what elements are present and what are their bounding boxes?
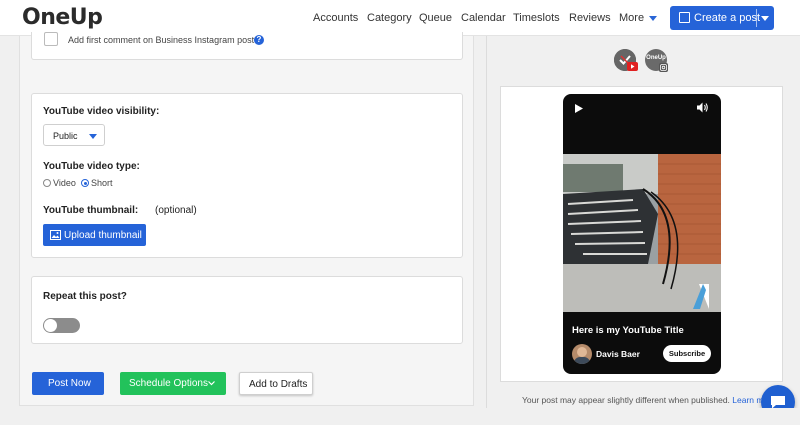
youtube-options-card: YouTube video visibility: Public YouTube… [31,93,463,258]
preview-disclaimer: Your post may appear slightly different … [522,395,776,405]
video-type-label: YouTube video type: [43,161,140,172]
visibility-select[interactable]: Public [43,124,105,146]
video-title: Here is my YouTube Title [572,325,684,336]
video-thumbnail-image [563,154,721,312]
nav-category[interactable]: Category [367,12,412,24]
post-options-panel: Add first comment on Business Instagram … [19,32,474,406]
subscribe-button[interactable]: Subscribe [663,345,711,362]
thumbnail-label: YouTube thumbnail: [43,205,139,216]
create-post-dropdown-icon[interactable] [761,16,769,21]
account-avatar-text: OneUp [646,55,666,61]
radio-video[interactable] [43,179,51,187]
button-separator [756,9,757,27]
thumbnail-optional: (optional) [155,205,197,216]
help-icon[interactable]: ? [254,35,264,45]
volume-icon[interactable] [697,102,709,113]
preview-disclaimer-text: Your post may appear slightly different … [522,395,730,405]
nav-more[interactable]: More [619,12,658,24]
instagram-account-avatar[interactable]: OneUp [645,49,668,72]
upload-thumbnail-label: Upload thumbnail [64,229,142,241]
edit-icon [679,12,690,23]
post-now-button[interactable]: Post Now [32,372,104,395]
schedule-options-label: Schedule Options [129,378,208,389]
top-navbar: OneUp Accounts Category Queue Calendar T… [0,0,800,36]
first-comment-label: Add first comment on Business Instagram … [68,35,260,45]
upload-thumbnail-button[interactable]: Upload thumbnail [43,224,146,246]
visibility-value: Public [53,131,78,141]
nav-more-label: More [619,12,645,24]
chevron-down-icon [649,15,658,21]
repeat-post-card: Repeat this post? [31,276,463,344]
image-icon [50,230,61,240]
play-icon[interactable] [575,104,583,113]
create-post-label: Create a post [694,12,761,24]
schedule-options-button[interactable]: Schedule Options [120,372,226,395]
first-comment-checkbox[interactable] [44,32,58,46]
toggle-knob [44,319,57,332]
nav-timeslots[interactable]: Timeslots [513,12,560,24]
channel-avatar-body [574,357,590,364]
repeat-label: Repeat this post? [43,291,127,302]
radio-short[interactable] [81,179,89,187]
radio-video-label: Video [53,178,76,188]
nav-calendar[interactable]: Calendar [461,12,506,24]
visibility-label: YouTube video visibility: [43,106,160,117]
youtube-icon [627,62,638,71]
repeat-toggle[interactable] [43,318,80,333]
channel-avatar-face [577,347,587,357]
nav-queue[interactable]: Queue [419,12,452,24]
instagram-icon [659,63,668,72]
channel-name: Davis Baer [596,349,640,359]
youtube-short-preview: Here is my YouTube Title Davis Baer Subs… [563,94,721,374]
nav-reviews[interactable]: Reviews [569,12,611,24]
post-now-label: Post Now [48,378,91,389]
page-bottom-strip [0,408,800,425]
chevron-down-icon [89,134,97,139]
post-preview-card: Here is my YouTube Title Davis Baer Subs… [500,86,783,382]
radio-short-label: Short [91,178,113,188]
add-to-drafts-button[interactable]: Add to Drafts [239,372,313,395]
nav-accounts[interactable]: Accounts [313,12,358,24]
oneup-logo[interactable]: OneUp [22,5,103,30]
channel-avatar [572,344,592,364]
column-divider [486,36,487,408]
add-to-drafts-label: Add to Drafts [249,378,308,390]
create-post-button[interactable]: Create a post [670,6,774,30]
youtube-account-avatar[interactable] [614,49,638,71]
chevron-down-icon [208,381,215,386]
instagram-comment-card: Add first comment on Business Instagram … [31,32,463,60]
